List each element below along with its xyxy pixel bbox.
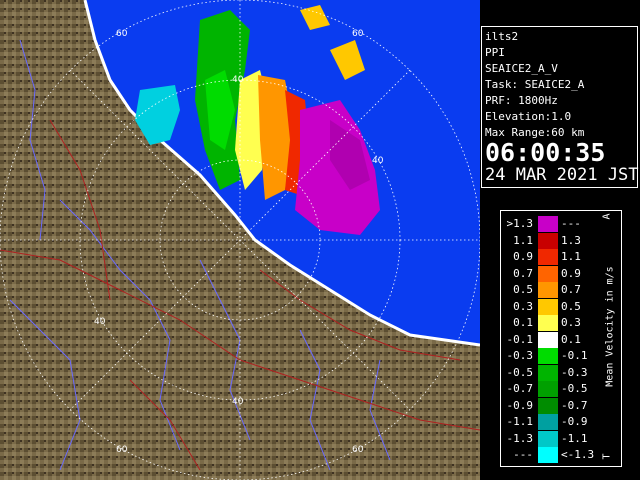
ring-label: 60 [116, 29, 128, 39]
legend-row: -1.3 -1.1 [501, 430, 621, 448]
ring-label: 40 [232, 75, 244, 85]
legend-high-value: 0.1 [561, 332, 581, 346]
legend-swatch [538, 381, 558, 397]
legend-swatch [538, 265, 558, 282]
legend-swatch [538, 298, 558, 315]
scan-name: SEAICE2_A_V [485, 62, 558, 75]
product-type: PPI [485, 46, 505, 59]
ring-label: 40 [232, 397, 244, 407]
elevation-value: Elevation:1.0 [485, 110, 572, 123]
legend-tick-bottom: T [601, 453, 613, 460]
legend-low-value: -1.3 [506, 431, 534, 445]
legend-high-value: -0.7 [561, 398, 588, 412]
ring-label: 40 [94, 317, 106, 327]
legend-high-value: -0.3 [561, 365, 588, 379]
legend-title: Mean Velocity in m/s [602, 241, 618, 421]
prf-value: PRF: 1800Hz [485, 94, 558, 107]
legend-low-value: -0.1 [506, 332, 534, 346]
legend-high-value: 0.5 [561, 299, 581, 313]
legend-high-value: 1.3 [561, 233, 581, 247]
legend-swatch [538, 348, 558, 364]
velocity-legend: >1.3 --- 1.1 1.3 0.9 1.1 0.7 0.9 0.5 0.7 0.3 0.5 0.1… [500, 210, 622, 467]
ring-label: 60 [116, 445, 128, 455]
legend-title-text: Mean Velocity in m/s [604, 266, 616, 387]
legend-swatch [538, 216, 558, 232]
legend-swatch [538, 397, 558, 414]
legend-low-value: -0.7 [506, 382, 534, 395]
legend-high-value: -1.1 [561, 431, 588, 445]
ring-label: 40 [372, 156, 384, 166]
legend-low-value: -1.1 [506, 415, 534, 428]
legend-high-value: <-1.3 [561, 448, 595, 461]
legend-high-value: -0.9 [561, 415, 588, 428]
legend-low-value: 1.1 [513, 233, 533, 247]
legend-swatch [538, 249, 558, 265]
legend-high-value: 0.3 [561, 316, 581, 329]
legend-low-value: --- [513, 448, 533, 461]
radar-ppi-map: 60 40 40 40 40 60 60 60 [0, 0, 480, 480]
legend-high-value: 1.1 [561, 250, 581, 263]
scan-info-panel: ilts2 PPI SEAICE2_A_V Task: SEAICE2_A PR… [481, 26, 639, 188]
task-name: Task: SEAICE2_A [485, 78, 585, 91]
legend-high-value: 0.7 [561, 283, 581, 296]
legend-low-value: 0.3 [513, 299, 533, 313]
scan-date: 24 MAR 2021 JST [485, 165, 639, 185]
legend-swatch [538, 282, 558, 298]
legend-low-value: >1.3 [506, 217, 534, 230]
legend-swatch [538, 232, 558, 249]
legend-swatch [538, 331, 558, 348]
legend-low-value: 0.7 [513, 266, 533, 280]
legend-low-value: -0.3 [506, 349, 534, 362]
ring-label: 60 [352, 445, 364, 455]
legend-high-value: --- [561, 217, 581, 230]
legend-swatch [538, 414, 558, 430]
legend-low-value: -0.5 [506, 365, 534, 379]
legend-swatch [538, 315, 558, 331]
legend-swatch [538, 364, 558, 381]
legend-high-value: -0.5 [561, 382, 588, 395]
scan-time: 06:00:35 [485, 138, 606, 167]
legend-low-value: -0.9 [506, 398, 534, 412]
legend-swatch [538, 430, 558, 447]
ring-label: 60 [352, 29, 364, 39]
legend-low-value: 0.1 [513, 316, 533, 329]
legend-low-value: 0.5 [513, 283, 533, 296]
site-name: ilts2 [485, 30, 519, 43]
legend-high-value: 0.9 [561, 266, 581, 280]
legend-low-value: 0.9 [513, 250, 533, 263]
legend-tick-top: A [601, 213, 613, 220]
legend-high-value: -0.1 [561, 349, 588, 362]
legend-swatch [538, 447, 558, 463]
